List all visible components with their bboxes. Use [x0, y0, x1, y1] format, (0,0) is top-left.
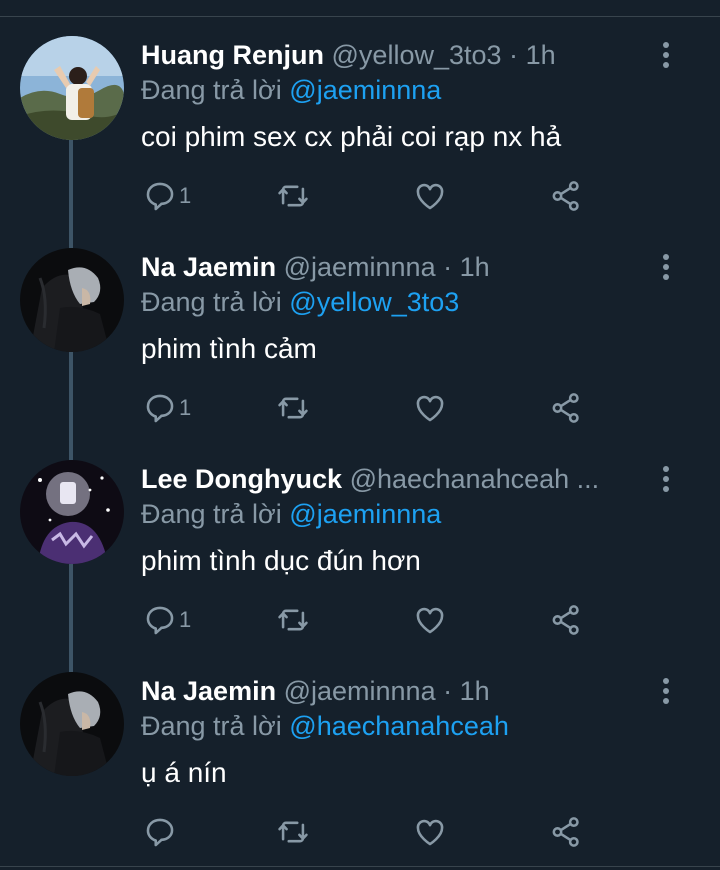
avatar[interactable] [20, 248, 124, 352]
replying-to-mention[interactable]: @jaeminnna [289, 499, 441, 529]
timestamp[interactable]: 1h [460, 252, 490, 282]
tweet-2[interactable]: Na Jaemin @jaeminnna · 1h Đang trả lời @… [0, 230, 720, 458]
reply-icon [146, 394, 174, 423]
timestamp[interactable]: 1h [460, 676, 490, 706]
reply-button[interactable]: 1 [143, 176, 191, 216]
reply-icon [146, 182, 174, 211]
heart-icon [416, 607, 444, 634]
heart-icon [416, 819, 444, 846]
share-icon [552, 605, 579, 635]
heart-icon [416, 183, 444, 210]
bottom-divider [0, 866, 720, 867]
replying-to-label: Đang trả lời [141, 711, 282, 741]
tweet-actions: 1 [141, 176, 601, 216]
reply-icon [146, 818, 174, 847]
reply-count: 1 [179, 183, 192, 208]
timestamp[interactable]: 1h [526, 40, 556, 70]
thread-line [69, 230, 73, 248]
retweet-icon [278, 821, 308, 843]
share-icon [552, 181, 579, 211]
reply-button[interactable] [143, 812, 179, 852]
thread-line [69, 442, 73, 460]
display-name[interactable]: Huang Renjun [141, 40, 324, 70]
share-button[interactable] [549, 388, 583, 428]
share-button[interactable] [549, 812, 583, 852]
display-name[interactable]: Na Jaemin [141, 676, 276, 706]
retweet-icon [278, 397, 308, 419]
avatar[interactable] [20, 460, 124, 564]
replying-to: Đang trả lời @yellow_3to3 [141, 285, 459, 319]
like-button[interactable] [412, 812, 448, 852]
retweet-icon [278, 185, 308, 207]
tweet-header: Na Jaemin @jaeminnna · 1h [141, 250, 646, 284]
replying-to: Đang trả lời @jaeminnna [141, 497, 441, 531]
replying-to: Đang trả lời @jaeminnna [141, 73, 441, 107]
tweet-header: Huang Renjun @yellow_3to3 · 1h [141, 38, 646, 72]
tweet-1[interactable]: Huang Renjun @yellow_3to3 · 1h Đang trả … [0, 18, 720, 246]
tweet-4[interactable]: Na Jaemin @jaeminnna · 1h Đang trả lời @… [0, 654, 720, 866]
display-name[interactable]: Lee Donghyuck [141, 464, 342, 494]
tweet-text: phim tình cảm [141, 333, 317, 364]
tweet-header: Na Jaemin @jaeminnna · 1h [141, 674, 646, 708]
share-button[interactable] [549, 600, 583, 640]
heart-icon [416, 395, 444, 422]
tweet-actions: 1 [141, 388, 601, 428]
replying-to-label: Đang trả lời [141, 75, 282, 105]
reply-button[interactable]: 1 [143, 600, 191, 640]
replying-to-mention[interactable]: @yellow_3to3 [289, 287, 459, 317]
replying-to-label: Đang trả lời [141, 499, 282, 529]
top-divider [0, 16, 720, 17]
tweet-header: Lee Donghyuck @haechanahceah ... [141, 462, 646, 496]
retweet-icon [278, 609, 308, 631]
reply-button[interactable]: 1 [143, 388, 191, 428]
tweet-3[interactable]: Lee Donghyuck @haechanahceah ... Đang tr… [0, 442, 720, 670]
tweet-text: phim tình dục đún hơn [141, 545, 421, 576]
replying-to-label: Đang trả lời [141, 287, 282, 317]
username-handle[interactable]: @jaeminnna [284, 252, 436, 282]
thread-line [69, 654, 73, 672]
tweet-text: ụ á nín [141, 757, 227, 788]
more-vertical-icon[interactable] [656, 464, 676, 494]
share-icon [552, 817, 579, 847]
reply-icon [146, 606, 174, 635]
reply-count: 1 [179, 395, 192, 420]
display-name[interactable]: Na Jaemin [141, 252, 276, 282]
share-button[interactable] [549, 176, 583, 216]
replying-to: Đang trả lời @haechanahceah [141, 709, 509, 743]
replying-to-mention[interactable]: @haechanahceah [289, 711, 509, 741]
more-vertical-icon[interactable] [656, 252, 676, 282]
reply-count: 1 [179, 607, 192, 632]
like-button[interactable] [412, 388, 448, 428]
like-button[interactable] [412, 600, 448, 640]
share-icon [552, 393, 579, 423]
retweet-button[interactable] [275, 176, 311, 216]
username-handle[interactable]: @jaeminnna [284, 676, 436, 706]
tweet-actions [141, 812, 601, 852]
username-handle[interactable]: @yellow_3to3 [332, 40, 502, 70]
more-vertical-icon[interactable] [656, 676, 676, 706]
separator-dot: · [509, 40, 519, 70]
avatar[interactable] [20, 36, 124, 140]
separator-dot: · [443, 252, 453, 282]
avatar[interactable] [20, 672, 124, 776]
retweet-button[interactable] [275, 600, 311, 640]
tweet-text: coi phim sex cx phải coi rạp nx hả [141, 121, 562, 152]
retweet-button[interactable] [275, 388, 311, 428]
like-button[interactable] [412, 176, 448, 216]
username-handle[interactable]: @haechanahceah ... [350, 464, 600, 494]
replying-to-mention[interactable]: @jaeminnna [289, 75, 441, 105]
tweet-actions: 1 [141, 600, 601, 640]
separator-dot: · [443, 676, 453, 706]
more-vertical-icon[interactable] [656, 40, 676, 70]
retweet-button[interactable] [275, 812, 311, 852]
